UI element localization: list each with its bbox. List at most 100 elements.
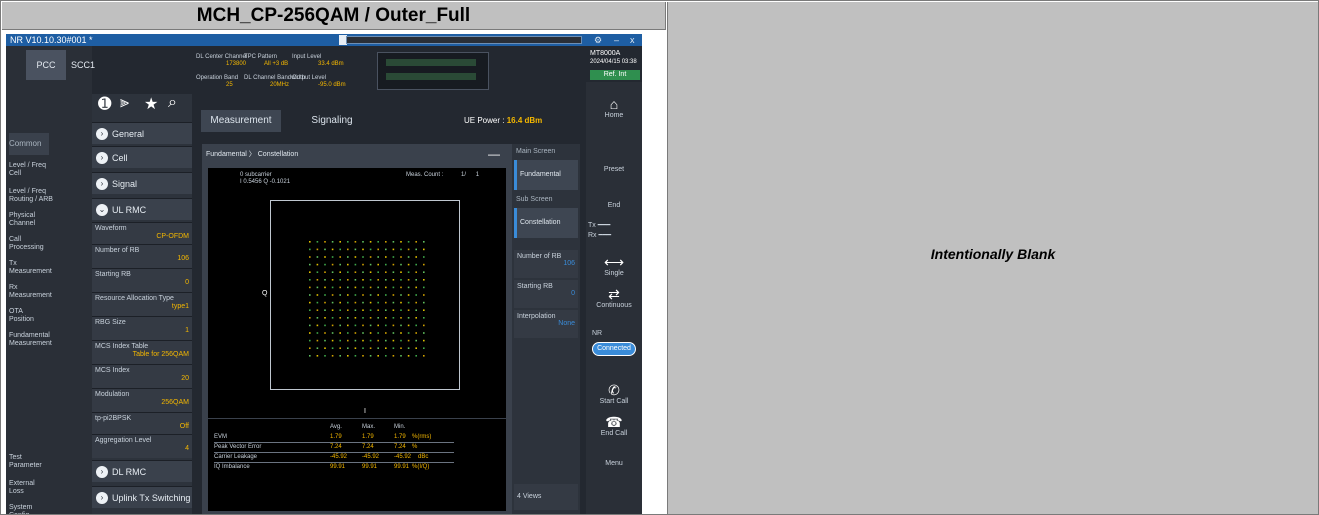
constellation-point — [423, 301, 425, 304]
end-call-button[interactable]: ☎ End Call — [588, 414, 640, 438]
tree-icon[interactable]: ⫸ — [120, 94, 129, 112]
param-mcs-index-table[interactable]: MCS Index Table Table for 256QAM — [92, 340, 192, 364]
single-button[interactable]: ⟷ Single — [588, 254, 640, 278]
star-icon[interactable]: ★ — [144, 94, 158, 114]
nav-item-ota-position[interactable]: OTA Position — [6, 308, 92, 324]
nav-item-test-parameter[interactable]: Test Parameter — [6, 454, 92, 470]
stats-row-evm: EVM 1.79 1.79 1.79 %(rms) — [214, 434, 432, 440]
constellation-point — [331, 317, 334, 319]
constellation-point — [347, 355, 349, 357]
constellation-point — [407, 294, 410, 296]
settings-icon[interactable]: ⚙ — [594, 34, 602, 46]
rp-interpolation[interactable]: Interpolation None — [514, 310, 578, 338]
minimize-button[interactable]: – — [614, 34, 619, 46]
group-uplink-tx-switching[interactable]: › Uplink Tx Switching — [92, 486, 192, 508]
menu-button[interactable]: Menu — [588, 460, 640, 468]
group-ul-rmc[interactable]: ⌄ UL RMC — [92, 198, 192, 220]
blank-pane: Intentionally Blank — [667, 2, 1318, 514]
param-starting-rb[interactable]: Starting RB 0 — [92, 268, 192, 292]
screen-config-panel: Main Screen Fundamental Sub Screen Const… — [512, 144, 580, 514]
tab-signaling[interactable]: Signaling — [292, 110, 372, 132]
constellation-point — [316, 339, 319, 342]
home-button[interactable]: ⌂ Home — [588, 96, 640, 120]
constellation-point — [369, 309, 372, 311]
nav-common[interactable]: Common — [9, 133, 49, 155]
constellation-point — [316, 347, 319, 349]
param-number-of-rb[interactable]: Number of RB 106 — [92, 244, 192, 268]
param-mcs-index[interactable]: MCS Index 20 — [92, 364, 192, 388]
tab-measurement[interactable]: Measurement — [201, 110, 281, 132]
continuous-button[interactable]: ⇄ Continuous — [588, 286, 640, 310]
constellation-point — [415, 347, 417, 349]
param-rbg-size[interactable]: RBG Size 1 — [92, 316, 192, 340]
group-dl-rmc[interactable]: › DL RMC — [92, 460, 192, 482]
group-signal[interactable]: › Signal — [92, 172, 192, 194]
constellation-point — [331, 279, 334, 281]
constellation-point — [354, 263, 357, 266]
rp-number-of-rb[interactable]: Number of RB 106 — [514, 250, 578, 278]
param-waveform[interactable]: Waveform CP-OFDM — [92, 222, 192, 244]
nav-item-fundamental-measurement[interactable]: Fundamental Measurement — [6, 332, 92, 348]
nav-item-physical-channel[interactable]: Physical Channel — [6, 212, 92, 228]
constellation-point — [339, 263, 341, 266]
sub-screen-button[interactable]: Constellation — [514, 208, 578, 238]
preset-button[interactable]: Preset — [588, 166, 640, 174]
constellation-point — [324, 279, 326, 281]
nav-item-system-config[interactable]: System Config — [6, 504, 92, 514]
ref-int-badge[interactable]: Ref. Int — [590, 70, 640, 80]
nav-item-external-loss[interactable]: External Loss — [6, 480, 92, 496]
nav-item-rx-measurement[interactable]: Rx Measurement — [6, 284, 92, 300]
constellation-point — [309, 332, 311, 334]
collapse-button[interactable]: — — [488, 147, 500, 161]
constellation-point — [324, 248, 326, 251]
nav-item-call-processing[interactable]: Call Processing — [6, 236, 92, 252]
tx-indicator: Tx ━━━ — [588, 222, 611, 229]
tab-pcc[interactable]: PCC — [26, 50, 66, 80]
constellation-point — [423, 286, 425, 289]
nav-item-level-freq-routing[interactable]: Level / Freq Routing / ARB — [6, 188, 92, 204]
constellation-point — [392, 332, 395, 334]
constellation-point — [316, 317, 319, 319]
search-icon[interactable]: ⌕ — [168, 94, 177, 112]
constellation-point — [377, 271, 379, 273]
close-button[interactable]: x — [630, 34, 635, 46]
tab-scc1[interactable]: SCC1 — [70, 50, 96, 80]
constellation-point — [331, 347, 334, 349]
constellation-point — [347, 271, 349, 273]
constellation-point — [423, 294, 425, 296]
connected-status[interactable]: Connected — [592, 342, 636, 356]
views-button[interactable]: 4 Views — [514, 484, 578, 510]
constellation-point — [377, 256, 379, 258]
constellation-point — [331, 263, 334, 266]
constellation-point — [385, 279, 387, 281]
rp-starting-rb[interactable]: Starting RB 0 — [514, 280, 578, 308]
constellation-point — [392, 309, 395, 311]
constellation-point — [331, 355, 334, 357]
chevron-icon[interactable]: ➊ — [98, 94, 111, 114]
param-modulation[interactable]: Modulation 256QAM — [92, 388, 192, 412]
param-resource-allocation-type[interactable]: Resource Allocation Type type1 — [92, 292, 192, 316]
constellation-point — [400, 324, 402, 327]
nav-item-level-freq-cell[interactable]: Level / Freq Cell — [6, 162, 92, 178]
group-general[interactable]: › General — [92, 122, 192, 144]
constellation-point — [400, 301, 402, 304]
end-button[interactable]: End — [588, 202, 640, 210]
constellation-point — [369, 355, 372, 357]
constellation-point — [347, 332, 349, 334]
param-tp-pi2bpsk[interactable]: tp-pi2BPSK Off — [92, 412, 192, 434]
constellation-point — [339, 294, 341, 296]
constellation-point — [415, 294, 417, 296]
constellation-point — [316, 324, 319, 327]
param-aggregation-level[interactable]: Aggregation Level 4 — [92, 434, 192, 458]
constellation-point — [415, 248, 417, 251]
start-call-button[interactable]: ✆ Start Call — [588, 382, 640, 406]
nav-item-tx-measurement[interactable]: Tx Measurement — [6, 260, 92, 276]
window-titlebar: NR V10.10.30#001 * ⚙ – x — [6, 34, 642, 46]
info-dl-center-channel: DL Center Channel 173800 — [196, 54, 248, 67]
constellation-point — [415, 324, 417, 327]
main-screen-button[interactable]: Fundamental — [514, 160, 578, 190]
constellation-point — [362, 332, 364, 334]
group-cell[interactable]: › Cell — [92, 146, 192, 168]
constellation-point — [347, 339, 349, 342]
constellation-point — [392, 294, 395, 296]
